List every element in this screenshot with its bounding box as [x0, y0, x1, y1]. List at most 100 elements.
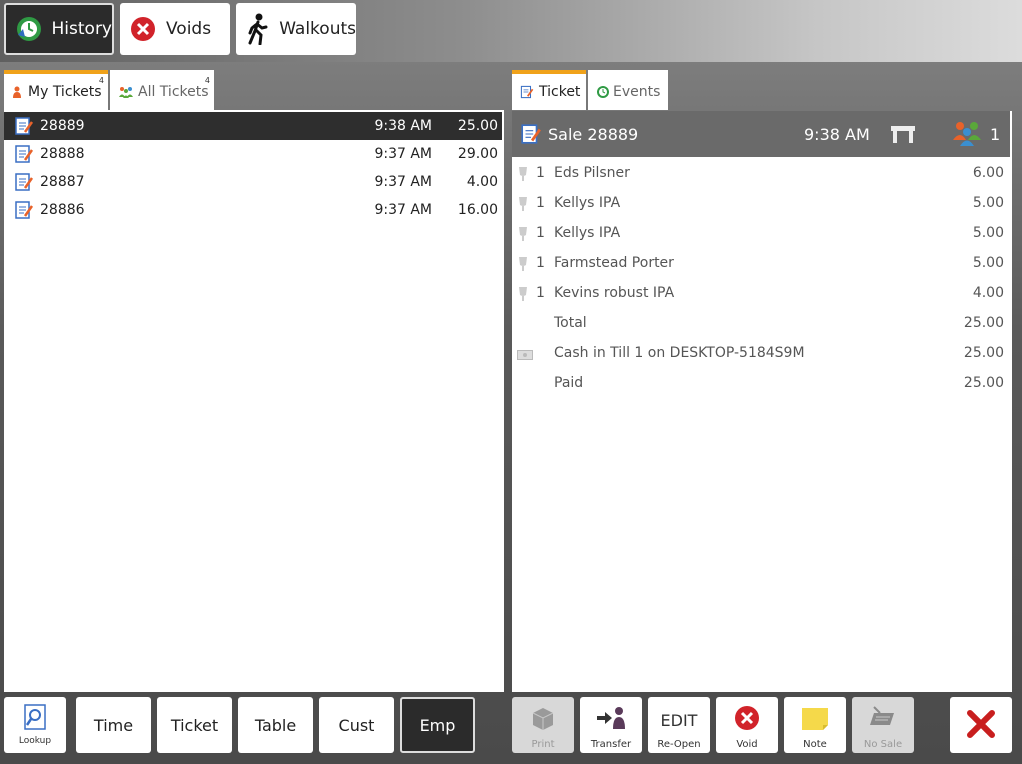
- walking-person-icon: [244, 13, 271, 45]
- cash-icon: [517, 348, 533, 364]
- line-description: Kellys IPA: [554, 225, 621, 241]
- line-qty: 1: [536, 255, 545, 271]
- ticket-icon: [14, 144, 34, 168]
- history-icon: [597, 86, 609, 98]
- note-button[interactable]: Note: [784, 697, 846, 753]
- people-icon: [119, 87, 133, 98]
- lookup-button[interactable]: Lookup: [4, 697, 66, 753]
- line-price: 6.00: [972, 165, 1004, 181]
- ticket-time: 9:38 AM: [804, 125, 870, 144]
- beer-glass-icon: [518, 256, 528, 276]
- filter-emp-label: Emp: [419, 715, 456, 735]
- ticket-time: 9:37 AM: [374, 202, 432, 218]
- tab-events[interactable]: Events: [588, 70, 668, 110]
- cash-drawer-icon: [852, 705, 914, 731]
- ticket-number: 28889: [40, 118, 85, 134]
- transfer-label: Transfer: [590, 739, 632, 750]
- tab-ticket[interactable]: Ticket: [512, 70, 586, 110]
- reopen-button[interactable]: EDIT Re-Open: [648, 697, 710, 753]
- payment-label: Cash in Till 1 on DESKTOP-5184S9M: [554, 345, 805, 361]
- magnifier-icon: [23, 704, 47, 736]
- history-button[interactable]: History: [4, 3, 114, 55]
- ticket-icon: [14, 172, 34, 196]
- ticket-icon: [14, 116, 34, 140]
- ticket-amount: 4.00: [466, 174, 498, 190]
- line-price: 5.00: [972, 255, 1004, 271]
- void-button[interactable]: Void: [716, 697, 778, 753]
- close-icon: [950, 709, 1012, 739]
- ticket-row[interactable]: 28889 9:38 AM 25.00: [4, 112, 502, 140]
- void-icon: [716, 705, 778, 731]
- ticket-line-item[interactable]: 1 Kellys IPA 5.00: [512, 219, 1010, 249]
- beer-glass-icon: [518, 226, 528, 246]
- edit-icon: EDIT: [660, 711, 698, 730]
- print-button[interactable]: Print: [512, 697, 574, 753]
- line-qty: 1: [536, 195, 545, 211]
- ticket-line-item[interactable]: 1 Eds Pilsner 6.00: [512, 159, 1010, 189]
- note-label: Note: [803, 739, 827, 750]
- ticket-number: 28888: [40, 146, 85, 162]
- ticket-number: 28886: [40, 202, 85, 218]
- ticket-paid-line: Paid 25.00: [512, 369, 1010, 399]
- ticket-icon: [520, 123, 542, 149]
- close-button[interactable]: [950, 697, 1012, 753]
- beer-glass-icon: [518, 166, 528, 186]
- tab-events-label: Events: [613, 84, 661, 100]
- ticket-line-item[interactable]: 1 Farmstead Porter 5.00: [512, 249, 1010, 279]
- ticket-detail: Sale 28889 9:38 AM 1 1 Eds Pilsner 6.00 …: [512, 111, 1012, 692]
- filter-emp-button[interactable]: Emp: [400, 697, 475, 753]
- ticket-row[interactable]: 28888 9:37 AM 29.00: [4, 140, 502, 168]
- voids-label: Voids: [166, 19, 212, 39]
- tab-all-tickets-count: 4: [204, 76, 210, 85]
- tab-my-tickets[interactable]: My Tickets 4: [4, 70, 108, 110]
- ticket-line-item[interactable]: 1 Kevins robust IPA 4.00: [512, 279, 1010, 309]
- history-icon: [14, 14, 44, 44]
- ticket-row[interactable]: 28887 9:37 AM 4.00: [4, 168, 502, 196]
- ticket-time: 9:37 AM: [374, 174, 432, 190]
- total-label: Total: [554, 315, 587, 331]
- line-description: Kellys IPA: [554, 195, 621, 211]
- ticket-payment-line[interactable]: Cash in Till 1 on DESKTOP-5184S9M 25.00: [512, 339, 1010, 369]
- void-icon: [128, 14, 158, 44]
- line-price: 5.00: [972, 225, 1004, 241]
- ticket-time: 9:38 AM: [374, 118, 432, 134]
- no-sale-button[interactable]: No Sale: [852, 697, 914, 753]
- walkouts-label: Walkouts: [279, 19, 356, 39]
- ticket-amount: 29.00: [457, 146, 498, 162]
- ticket-icon: [520, 85, 534, 99]
- filter-time-button[interactable]: Time: [76, 697, 151, 753]
- line-qty: 1: [536, 165, 545, 181]
- reopen-label: Re-Open: [657, 739, 701, 750]
- ticket-line-item[interactable]: 1 Kellys IPA 5.00: [512, 189, 1010, 219]
- walkouts-button[interactable]: Walkouts: [236, 3, 356, 55]
- ticket-time: 9:37 AM: [374, 146, 432, 162]
- paid-label: Paid: [554, 375, 584, 391]
- transfer-button[interactable]: Transfer: [580, 697, 642, 753]
- tab-ticket-label: Ticket: [539, 84, 581, 100]
- payment-value: 25.00: [963, 345, 1004, 361]
- lookup-label: Lookup: [18, 736, 52, 746]
- printer-icon: [512, 705, 574, 731]
- filter-ticket-label: Ticket: [170, 715, 219, 735]
- voids-button[interactable]: Voids: [120, 3, 230, 55]
- ticket-icon: [14, 200, 34, 224]
- ticket-number: 28887: [40, 174, 85, 190]
- filter-time-label: Time: [93, 715, 134, 735]
- top-toolbar: History Voids Walkouts: [0, 0, 1022, 62]
- total-value: 25.00: [963, 315, 1004, 331]
- transfer-icon: [580, 705, 642, 731]
- filter-ticket-button[interactable]: Ticket: [157, 697, 232, 753]
- sticky-note-icon: [784, 705, 846, 731]
- line-qty: 1: [536, 225, 545, 241]
- tab-all-tickets[interactable]: All Tickets 4: [110, 70, 214, 110]
- guests-icon: [952, 120, 982, 150]
- ticket-row[interactable]: 28886 9:37 AM 16.00: [4, 196, 502, 224]
- ticket-total-line: Total 25.00: [512, 309, 1010, 339]
- line-qty: 1: [536, 285, 545, 301]
- line-price: 4.00: [972, 285, 1004, 301]
- filter-table-button[interactable]: Table: [238, 697, 313, 753]
- filter-cust-button[interactable]: Cust: [319, 697, 394, 753]
- line-price: 5.00: [972, 195, 1004, 211]
- beer-glass-icon: [518, 196, 528, 216]
- no-sale-label: No Sale: [863, 739, 903, 750]
